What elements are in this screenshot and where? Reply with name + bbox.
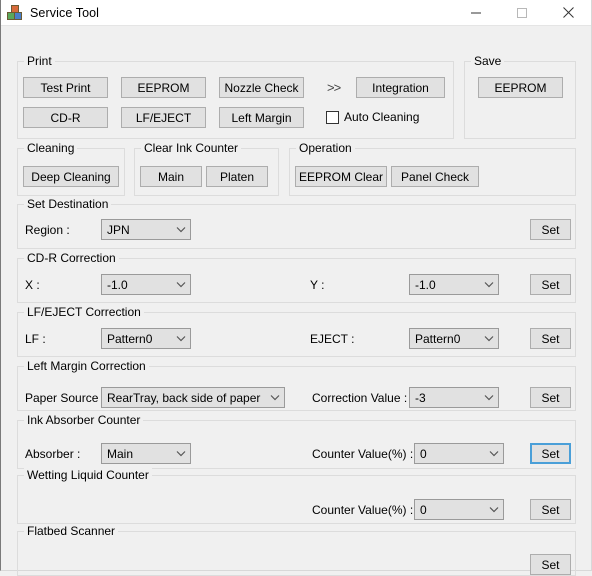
ink-absorber-counter-set-button[interactable]: Set: [530, 443, 571, 464]
group-cleaning-label: Cleaning: [24, 141, 78, 155]
set-destination-set-button[interactable]: Set: [530, 219, 571, 240]
test-print-button[interactable]: Test Print: [23, 77, 108, 98]
wetting-counter-value-label: Counter Value(%) :: [312, 503, 414, 517]
ink-counter-value-select-value: 0: [420, 446, 427, 461]
paper-source-select-value: RearTray, back side of paper: [107, 390, 261, 405]
auto-cleaning-checkbox-box[interactable]: [326, 110, 339, 124]
group-clear-ink-counter-label: Clear Ink Counter: [141, 141, 242, 155]
correction-value-select-value: -3: [415, 390, 426, 405]
paper-source-select[interactable]: RearTray, back side of paper: [101, 387, 285, 408]
group-flatbed-scanner-label: Flatbed Scanner: [24, 524, 119, 538]
cdr-y-label: Y :: [310, 278, 325, 292]
window-controls: [453, 0, 591, 25]
ink-counter-value-label: Counter Value(%) :: [312, 447, 414, 461]
group-left-margin-correction-label: Left Margin Correction: [24, 359, 149, 373]
chevron-down-icon[interactable]: [172, 281, 190, 288]
eject-select[interactable]: Pattern0: [409, 328, 499, 349]
cdr-x-select-value: -1.0: [107, 277, 128, 292]
chevron-down-icon[interactable]: [485, 506, 503, 513]
region-label: Region :: [25, 223, 70, 237]
group-save: Save: [464, 54, 576, 139]
close-icon[interactable]: [545, 0, 591, 25]
chevron-down-icon[interactable]: [480, 394, 498, 401]
region-select-value: JPN: [107, 222, 130, 237]
ink-counter-value-select[interactable]: 0: [414, 443, 504, 464]
flatbed-scanner-set-button[interactable]: Set: [530, 554, 571, 575]
group-flatbed-scanner: Flatbed Scanner: [17, 524, 576, 576]
lf-select[interactable]: Pattern0: [101, 328, 191, 349]
clear-ink-platen-button[interactable]: Platen: [206, 166, 268, 187]
auto-cleaning-checkbox[interactable]: Auto Cleaning: [326, 110, 419, 124]
maximize-icon[interactable]: [499, 0, 545, 25]
cdr-y-select[interactable]: -1.0: [409, 274, 499, 295]
group-set-destination-label: Set Destination: [24, 197, 112, 211]
nozzle-check-button[interactable]: Nozzle Check: [219, 77, 304, 98]
eeprom-clear-button[interactable]: EEPROM Clear: [295, 166, 387, 187]
auto-cleaning-label: Auto Cleaning: [344, 110, 420, 124]
group-operation-label: Operation: [296, 141, 355, 155]
app-blocks-icon: [7, 4, 23, 21]
lf-select-value: Pattern0: [107, 331, 153, 346]
wetting-liquid-counter-set-button[interactable]: Set: [530, 499, 571, 520]
print-eeprom-button[interactable]: EEPROM: [121, 77, 206, 98]
group-ink-absorber-counter-label: Ink Absorber Counter: [24, 413, 144, 427]
chevron-down-icon[interactable]: [266, 394, 284, 401]
group-wetting-liquid-counter-label: Wetting Liquid Counter: [24, 468, 152, 482]
cdr-y-select-value: -1.0: [415, 277, 436, 292]
group-cdr-correction-label: CD-R Correction: [24, 251, 119, 265]
cdr-x-select[interactable]: -1.0: [101, 274, 191, 295]
wetting-counter-value-select[interactable]: 0: [414, 499, 504, 520]
eject-select-value: Pattern0: [415, 331, 461, 346]
left-margin-button[interactable]: Left Margin: [219, 107, 304, 128]
save-eeprom-button[interactable]: EEPROM: [478, 77, 563, 98]
left-margin-correction-set-button[interactable]: Set: [530, 387, 571, 408]
cdr-x-label: X :: [25, 278, 40, 292]
cdr-correction-set-button[interactable]: Set: [530, 274, 571, 295]
absorber-select[interactable]: Main: [101, 443, 191, 464]
chevron-down-icon[interactable]: [480, 281, 498, 288]
absorber-select-value: Main: [107, 446, 134, 461]
integration-button[interactable]: Integration: [356, 77, 445, 98]
chevron-down-icon[interactable]: [485, 450, 503, 457]
chevron-right-double-icon: >>: [327, 80, 341, 95]
service-tool-window: Service Tool Print Test Print EEPROM Noz…: [0, 0, 592, 576]
panel-check-button[interactable]: Panel Check: [391, 166, 479, 187]
correction-value-label: Correction Value :: [312, 391, 408, 405]
cd-r-button[interactable]: CD-R: [23, 107, 108, 128]
correction-value-select[interactable]: -3: [409, 387, 499, 408]
chevron-down-icon[interactable]: [172, 450, 190, 457]
chevron-down-icon[interactable]: [480, 335, 498, 342]
lf-eject-correction-set-button[interactable]: Set: [530, 328, 571, 349]
minimize-icon[interactable]: [453, 0, 499, 25]
title-bar: Service Tool: [1, 0, 591, 26]
lf-label: LF :: [25, 332, 46, 346]
deep-cleaning-button[interactable]: Deep Cleaning: [23, 166, 119, 187]
paper-source-label: Paper Source :: [25, 391, 106, 405]
window-title: Service Tool: [30, 5, 100, 20]
chevron-down-icon[interactable]: [172, 226, 190, 233]
absorber-label: Absorber :: [25, 447, 81, 461]
region-select[interactable]: JPN: [101, 219, 191, 240]
eject-label: EJECT :: [310, 332, 355, 346]
wetting-counter-value-select-value: 0: [420, 502, 427, 517]
group-lf-eject-correction-label: LF/EJECT Correction: [24, 305, 144, 319]
lf-eject-button[interactable]: LF/EJECT: [121, 107, 206, 128]
client-area: Print Test Print EEPROM Nozzle Check CD-…: [1, 26, 591, 576]
group-print-label: Print: [24, 54, 55, 68]
clear-ink-main-button[interactable]: Main: [140, 166, 202, 187]
chevron-down-icon[interactable]: [172, 335, 190, 342]
group-save-label: Save: [471, 54, 505, 68]
